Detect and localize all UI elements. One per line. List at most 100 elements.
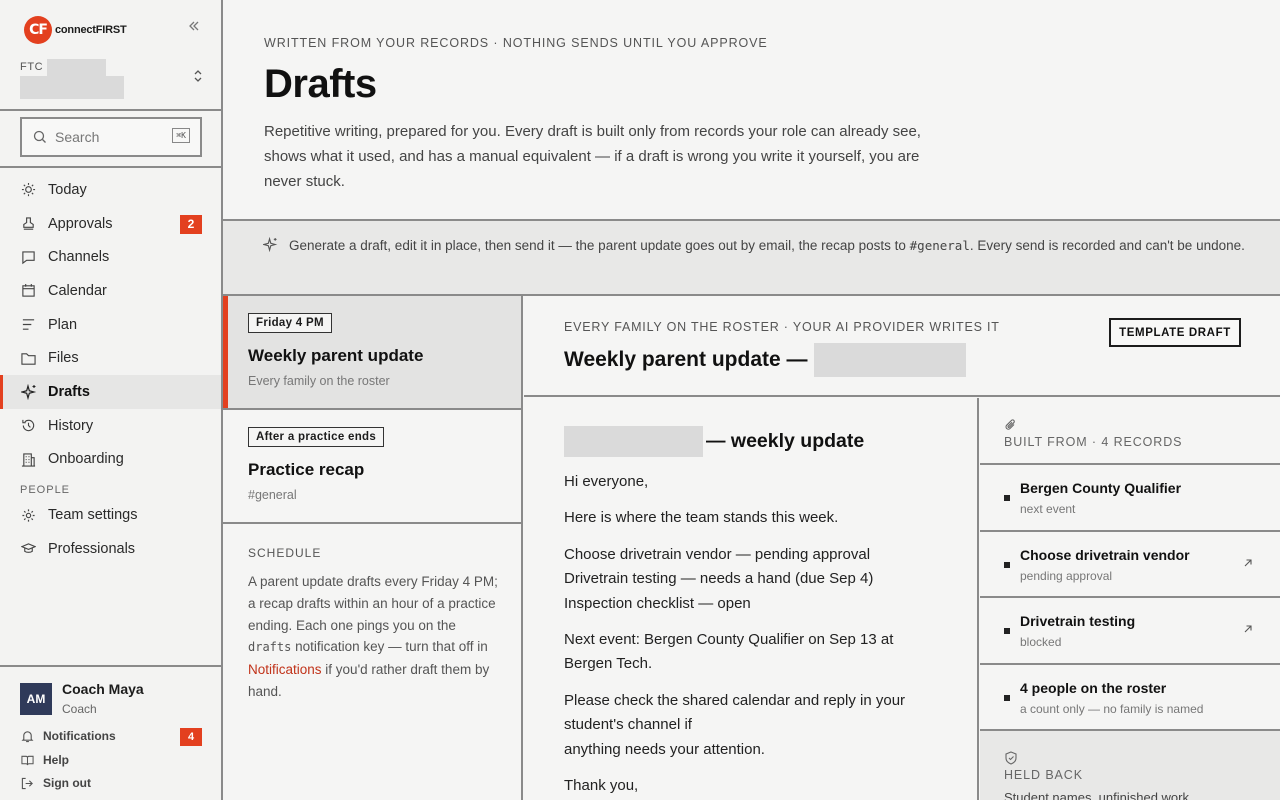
external-link-icon[interactable] (1242, 557, 1254, 569)
email-greeting: Hi everyone, (564, 473, 649, 490)
info-text-part: . Every send is recorded and can't be un… (969, 238, 1245, 253)
main-nav: Today Approvals 2 Channels Calendar Plan… (0, 173, 221, 566)
collapse-sidebar-button[interactable] (186, 20, 202, 36)
sign-out-link[interactable]: Sign out (20, 776, 91, 790)
nav-label: Channels (48, 249, 110, 266)
sparkle-icon (20, 383, 37, 400)
source-record-name: Bergen County Qualifier (1020, 480, 1182, 496)
nav-section-people: PEOPLE (20, 484, 71, 497)
email-request: Please check the shared calendar and rep… (564, 689, 924, 762)
chevron-updown-icon (194, 70, 202, 82)
info-text-part: Generate a draft, edit it in place, then… (289, 238, 910, 253)
nav-label: Files (48, 350, 79, 367)
nav-item-calendar[interactable]: Calendar (0, 274, 221, 308)
email-subject-text: — weekly update (706, 430, 865, 452)
nav-label: Approvals (48, 215, 113, 232)
email-status-line: Choose drivetrain vendor — pending appro… (564, 545, 871, 563)
main-content: WRITTEN FROM YOUR RECORDS · NOTHING SEND… (223, 0, 1280, 800)
channel-code: #general (909, 238, 970, 253)
sparkle-icon (263, 237, 278, 252)
email-status-list: Choose drivetrain vendor — pending appro… (564, 543, 924, 616)
nav-item-approvals[interactable]: Approvals 2 (0, 207, 221, 241)
team-switcher[interactable]: FTC (20, 59, 204, 101)
source-record-meta: next event (1020, 502, 1076, 516)
nav-item-today[interactable]: Today (0, 173, 221, 207)
nav-item-files[interactable]: Files (0, 341, 221, 375)
sidebar: CF connectFIRST FTC ⌘K Today Approvals 2… (0, 0, 223, 800)
draft-item-weekly-parent-update[interactable]: Friday 4 PM Weekly parent update Every f… (223, 296, 521, 410)
page-title: Drafts (264, 62, 377, 106)
chat-bubble-icon (20, 249, 37, 266)
bullet (1004, 561, 1010, 568)
help-link[interactable]: Help (20, 753, 69, 767)
sign-out-icon (20, 776, 34, 790)
draft-title: Weekly parent update (248, 346, 424, 365)
built-from-panel: BUILT FROM · 4 RECORDS Bergen County Qua… (980, 398, 1280, 800)
logo-mark: CF (24, 16, 52, 44)
source-record: 4 people on the roster a count only — no… (980, 665, 1280, 731)
email-body: Hi everyone, Here is where the team stan… (564, 470, 924, 800)
redacted-team-number (47, 59, 106, 76)
sign-out-label: Sign out (43, 776, 91, 790)
source-record-meta: a count only — no family is named (1020, 701, 1204, 716)
email-next-event: Next event: Bergen County Qualifier on S… (564, 631, 894, 673)
template-draft-button[interactable]: TEMPLATE DRAFT (1109, 318, 1241, 347)
email-preview[interactable]: — weekly update Hi everyone, Here is whe… (524, 398, 979, 800)
email-request-line: Please check the shared calendar and rep… (564, 691, 906, 734)
external-link-icon[interactable] (1242, 623, 1254, 635)
divider (0, 109, 223, 111)
nav-item-plan[interactable]: Plan (0, 308, 221, 342)
search-input[interactable] (55, 129, 155, 145)
shield-icon (1005, 751, 1017, 765)
source-record[interactable]: Drivetrain testing blocked (980, 598, 1280, 665)
redacted-team-name (564, 426, 703, 457)
nav-label: History (48, 417, 94, 434)
calendar-icon (20, 282, 37, 299)
source-record-name: 4 people on the roster (1020, 679, 1167, 696)
source-record[interactable]: Choose drivetrain vendor pending approva… (980, 532, 1280, 598)
gear-icon (20, 507, 37, 524)
nav-item-channels[interactable]: Channels (0, 240, 221, 274)
schedule-text-part: notification key — turn that off in (291, 639, 488, 655)
built-from-header: BUILT FROM · 4 RECORDS (980, 398, 1280, 465)
logo-text: connectFIRST (55, 24, 127, 36)
draft-schedule-tag: After a practice ends (248, 427, 385, 447)
schedule-text: A parent update drafts every Friday 4 PM… (248, 571, 498, 703)
source-record-name: Drivetrain testing (1020, 613, 1136, 629)
nav-item-onboarding[interactable]: Onboarding (0, 443, 221, 477)
page-intro: Repetitive writing, prepared for you. Ev… (264, 123, 921, 190)
draft-detail-title-text: Weekly parent update — (564, 348, 808, 371)
source-record: Bergen County Qualifier next event (980, 465, 1280, 532)
draft-detail-header: EVERY FAMILY ON THE ROSTER · YOUR AI PRO… (524, 296, 1280, 397)
nav-item-professionals[interactable]: Professionals (0, 532, 221, 566)
notifications-link[interactable]: Notifications (20, 729, 116, 743)
sun-icon (20, 181, 37, 198)
avatar[interactable]: AM (20, 683, 52, 715)
schedule-heading: SCHEDULE (248, 546, 322, 560)
user-panel: AM Coach Maya Coach Notifications 4 Help… (0, 665, 221, 800)
draft-detail-title: Weekly parent update — (564, 343, 966, 377)
held-back-text: Student names, unfinished work (1004, 790, 1189, 800)
app-logo[interactable]: CF connectFIRST (24, 16, 127, 44)
notifications-settings-link[interactable]: Notifications (248, 662, 322, 677)
draft-item-practice-recap[interactable]: After a practice ends Practice recap #ge… (223, 410, 521, 524)
email-intro: Here is where the team stands this week. (564, 509, 839, 527)
email-sign-off: Thank you, (564, 777, 639, 795)
info-banner-text: Generate a draft, edit it in place, then… (289, 235, 1249, 257)
email-status-line: Inspection checklist — open (564, 594, 751, 612)
nav-item-drafts[interactable]: Drafts (0, 375, 221, 409)
bell-icon (20, 729, 34, 743)
stamp-icon (20, 215, 37, 232)
bullet (1004, 628, 1010, 634)
email-status-line: Drivetrain testing — needs a hand (due S… (564, 570, 874, 588)
nav-label: Onboarding (48, 451, 124, 468)
nav-label: Plan (48, 316, 78, 333)
draft-list: Friday 4 PM Weekly parent update Every f… (223, 296, 523, 800)
search-box[interactable]: ⌘K (20, 117, 202, 157)
email-subject: — weekly update (564, 426, 864, 457)
nav-label: Drafts (48, 383, 90, 400)
built-from-heading: BUILT FROM · 4 RECORDS (1004, 435, 1183, 449)
nav-item-history[interactable]: History (0, 409, 221, 443)
nav-item-team-settings[interactable]: Team settings (0, 498, 221, 532)
redacted-team-name (813, 343, 966, 377)
